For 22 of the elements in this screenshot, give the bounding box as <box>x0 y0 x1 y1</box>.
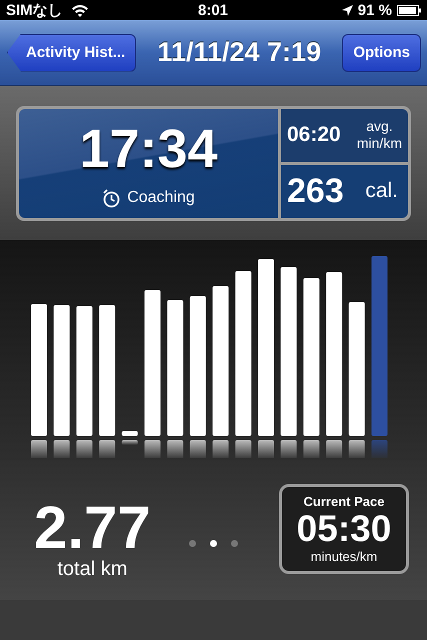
pace-unit-label: avg. <box>366 118 393 135</box>
distance-value: 2.77 <box>34 498 151 558</box>
carrier-text: SIMなし <box>6 0 63 20</box>
average-pace-value: 06:20 <box>287 123 341 147</box>
back-button[interactable]: Activity Hist... <box>7 34 136 72</box>
duration-value: 17:34 <box>79 118 218 178</box>
nav-title: 11/11/24 7:19 <box>157 37 322 68</box>
mode-label: Coaching <box>127 189 195 207</box>
calories-value: 263 <box>287 172 344 210</box>
stopwatch-icon <box>102 188 122 208</box>
current-pace-value: 05:30 <box>296 509 392 549</box>
distance-unit: total km <box>57 558 128 581</box>
options-button[interactable]: Options <box>342 34 421 72</box>
location-arrow-icon <box>342 4 353 16</box>
wifi-icon <box>70 4 89 16</box>
clock-text: 8:01 <box>196 2 230 18</box>
current-pace-unit: minutes/km <box>310 549 378 564</box>
current-pace-label: Current Pace <box>304 494 384 509</box>
calories-unit: cal. <box>365 179 398 203</box>
pace-unit-label: min/km <box>356 135 402 152</box>
battery-icon <box>397 4 421 16</box>
battery-percent: 91 % <box>358 2 392 18</box>
